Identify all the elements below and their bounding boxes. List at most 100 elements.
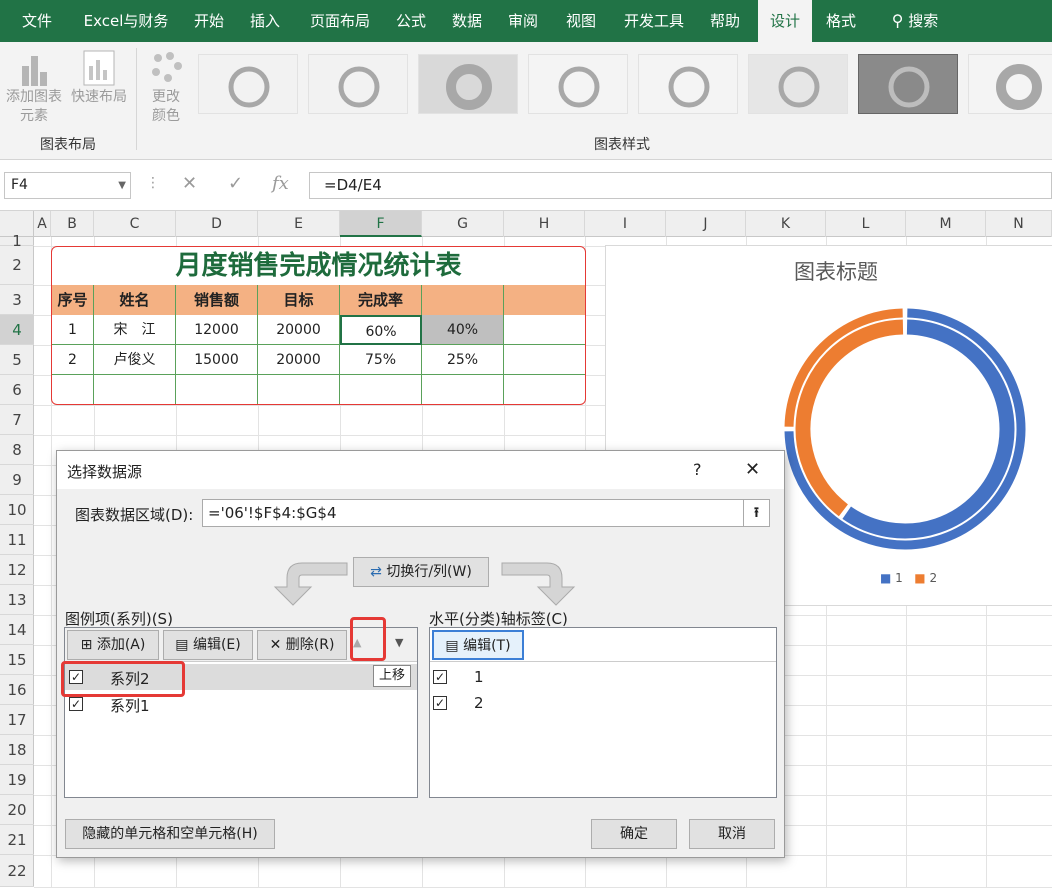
table-cell[interactable]: 60% <box>340 315 422 345</box>
edit-series-button[interactable]: ▤ 编辑(E) <box>163 630 253 660</box>
chart-legend[interactable]: ■ 1 ■ 2 <box>880 571 937 585</box>
table-cell[interactable]: 25% <box>422 345 504 375</box>
table-cell[interactable] <box>258 375 340 404</box>
table-header-cell[interactable]: 序号 <box>52 285 94 315</box>
ribbon-search[interactable]: ⚲ 搜索 <box>880 0 950 42</box>
table-cell[interactable]: 75% <box>340 345 422 375</box>
column-header[interactable]: D <box>176 211 258 237</box>
tab-file[interactable]: 文件 <box>8 0 66 42</box>
row-header[interactable]: 3 <box>0 285 34 315</box>
delete-series-button[interactable]: ✕ 删除(R) <box>257 630 347 660</box>
chart-style-thumbnail[interactable] <box>418 54 518 114</box>
row-header[interactable]: 22 <box>0 855 34 887</box>
checkbox[interactable]: ✓ <box>433 696 447 710</box>
tab-insert[interactable]: 插入 <box>242 0 288 42</box>
chart-style-thumbnail[interactable] <box>968 54 1052 114</box>
column-header[interactable]: G <box>422 211 504 237</box>
column-header[interactable]: N <box>986 211 1052 237</box>
chart-style-thumbnail[interactable] <box>748 54 848 114</box>
column-header[interactable]: M <box>906 211 986 237</box>
column-header[interactable]: K <box>746 211 826 237</box>
cancel-icon[interactable]: ✕ <box>182 173 197 194</box>
axis-labels-list[interactable]: ▤ 编辑(T) ✓ 1 ✓ 2 <box>429 627 777 798</box>
table-cell[interactable]: 20000 <box>258 345 340 375</box>
column-header[interactable]: E <box>258 211 340 237</box>
data-range-input[interactable]: ='06'!$F$4:$G$4 ⭱ <box>202 499 770 527</box>
table-cell[interactable] <box>504 375 585 404</box>
list-item[interactable]: ✓ 2 <box>430 692 776 716</box>
row-header[interactable]: 5 <box>0 345 34 375</box>
chart-style-thumbnail[interactable] <box>858 54 958 114</box>
collapse-range-icon[interactable]: ⭱ <box>743 500 769 526</box>
more-options-icon[interactable]: ⋮ <box>146 175 160 191</box>
ok-button[interactable]: 确定 <box>591 819 677 849</box>
row-header[interactable]: 2 <box>0 246 34 285</box>
table-header-cell[interactable]: 销售额 <box>176 285 258 315</box>
column-header[interactable]: L <box>826 211 906 237</box>
table-header-cell[interactable]: 目标 <box>258 285 340 315</box>
row-header[interactable]: 8 <box>0 435 34 465</box>
table-header-cell[interactable]: 完成率 <box>340 285 422 315</box>
table-cell[interactable] <box>340 375 422 404</box>
row-header[interactable]: 10 <box>0 495 34 525</box>
row-header[interactable]: 17 <box>0 705 34 735</box>
tab-developer[interactable]: 开发工具 <box>614 0 694 42</box>
row-header[interactable]: 6 <box>0 375 34 405</box>
table-cell[interactable]: 40% <box>422 315 504 345</box>
tab-data[interactable]: 数据 <box>444 0 490 42</box>
column-header[interactable]: C <box>94 211 176 237</box>
table-cell[interactable]: 2 <box>52 345 94 375</box>
formula-input[interactable]: =D4/E4 <box>309 172 1052 199</box>
row-header[interactable]: 7 <box>0 405 34 435</box>
table-cell[interactable] <box>94 375 176 404</box>
tab-design[interactable]: 设计 <box>758 0 812 42</box>
close-button[interactable]: ✕ <box>745 459 760 480</box>
tab-view[interactable]: 视图 <box>558 0 604 42</box>
row-header[interactable]: 21 <box>0 825 34 855</box>
tab-home[interactable]: 开始 <box>186 0 232 42</box>
cancel-button[interactable]: 取消 <box>689 819 775 849</box>
tab-format[interactable]: 格式 <box>816 0 866 42</box>
table-header-cell[interactable]: 姓名 <box>94 285 176 315</box>
change-colors-button[interactable]: 更改 颜色 <box>140 50 192 126</box>
add-series-button[interactable]: ⊞ 添加(A) <box>67 630 159 660</box>
column-header[interactable]: I <box>585 211 666 237</box>
column-header[interactable]: H <box>504 211 585 237</box>
table-cell[interactable] <box>176 375 258 404</box>
table-cell[interactable] <box>504 345 585 375</box>
row-header[interactable]: 18 <box>0 735 34 765</box>
table-cell[interactable]: 1 <box>52 315 94 345</box>
chevron-down-icon[interactable]: ▼ <box>118 173 126 198</box>
insert-function-icon[interactable]: fx <box>272 173 289 194</box>
row-header[interactable]: 15 <box>0 645 34 675</box>
row-header[interactable]: 13 <box>0 585 34 615</box>
table-cell[interactable] <box>422 375 504 404</box>
chart-style-thumbnail[interactable] <box>638 54 738 114</box>
table-cell[interactable] <box>52 375 94 404</box>
column-header[interactable]: F <box>340 211 422 237</box>
table-cell[interactable]: 宋 江 <box>94 315 176 345</box>
tab-page-layout[interactable]: 页面布局 <box>300 0 380 42</box>
tab-excel-finance[interactable]: Excel与财务 <box>76 0 176 42</box>
move-down-icon[interactable]: ▼ <box>395 636 403 649</box>
table-cell[interactable]: 20000 <box>258 315 340 345</box>
table-cell[interactable] <box>504 315 585 345</box>
table-cell[interactable]: 卢俊义 <box>94 345 176 375</box>
row-header[interactable]: 20 <box>0 795 34 825</box>
list-item[interactable]: ✓ 1 <box>430 666 776 690</box>
table-header-cell[interactable] <box>504 285 585 315</box>
row-header[interactable]: 4 <box>0 315 34 345</box>
row-header[interactable]: 12 <box>0 555 34 585</box>
edit-axis-labels-button[interactable]: ▤ 编辑(T) <box>432 630 524 660</box>
checkbox[interactable]: ✓ <box>69 697 83 711</box>
table-cell[interactable]: 12000 <box>176 315 258 345</box>
name-box[interactable]: F4 ▼ <box>4 172 131 199</box>
hidden-empty-cells-button[interactable]: 隐藏的单元格和空单元格(H) <box>65 819 275 849</box>
table-cell[interactable]: 15000 <box>176 345 258 375</box>
help-button[interactable]: ? <box>693 460 702 479</box>
row-header[interactable]: 9 <box>0 465 34 495</box>
row-header[interactable]: 14 <box>0 615 34 645</box>
row-header[interactable]: 1 <box>0 234 34 249</box>
table-header-cell[interactable] <box>422 285 504 315</box>
column-header[interactable]: A <box>34 211 51 237</box>
